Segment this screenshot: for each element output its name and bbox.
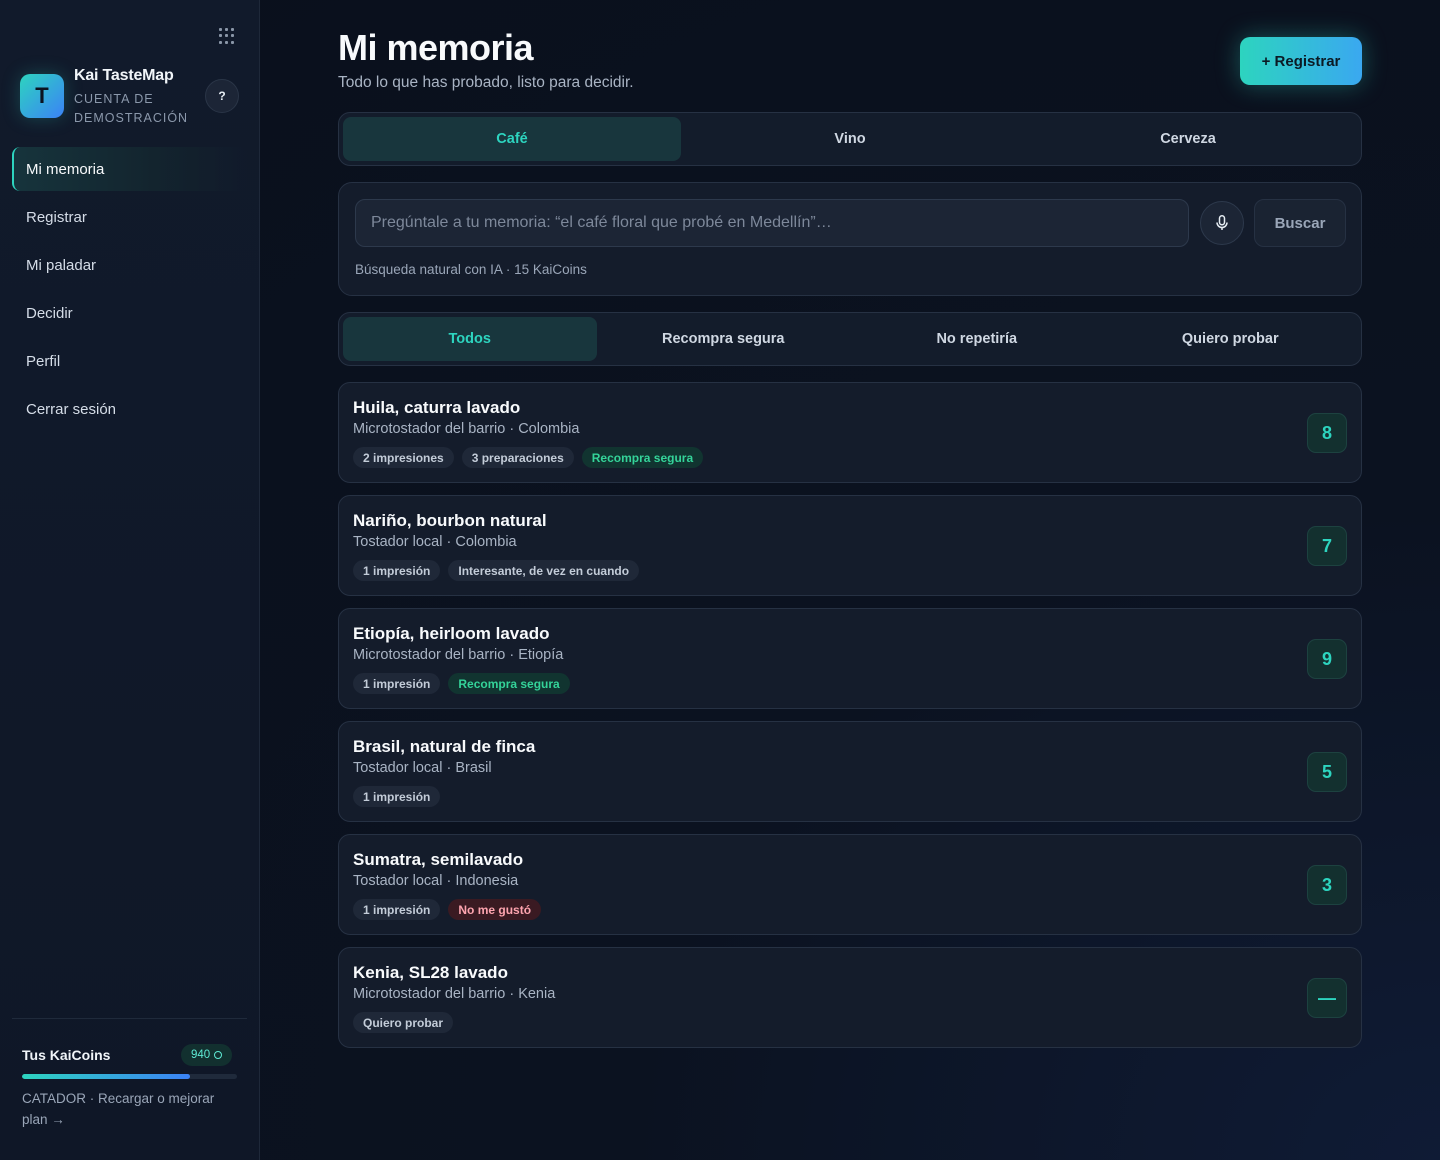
- item-chip: 1 impresión: [353, 673, 441, 694]
- filter-quiero-probar[interactable]: Quiero probar: [1104, 317, 1358, 361]
- item-chip: Interesante, de vez en cuando: [448, 560, 640, 581]
- item-chip: 3 preparaciones: [461, 447, 574, 468]
- account-type-label: CUENTA DE DEMOSTRACIÓN: [74, 92, 189, 125]
- list-item[interactable]: Sumatra, semilavado Tostador local · Ind…: [338, 834, 1362, 935]
- filter-todos[interactable]: Todos: [343, 317, 597, 361]
- item-subtitle: Tostador local · Brasil: [353, 760, 492, 776]
- category-tabs: Café Vino Cerveza: [338, 112, 1362, 166]
- sidebar-item-registrar[interactable]: Registrar: [12, 195, 248, 239]
- kaicoins-progress-fill: [22, 1074, 190, 1079]
- list-item[interactable]: Brasil, natural de finca Tostador local …: [338, 721, 1362, 822]
- page-subtitle: Todo lo que has probado, listo para deci…: [338, 74, 634, 91]
- sidebar-divider: [12, 1018, 247, 1019]
- memory-search-input[interactable]: [355, 199, 1189, 247]
- item-title: Kenia, SL28 lavado: [353, 963, 508, 982]
- item-title: Huila, caturra lavado: [353, 398, 521, 417]
- item-subtitle: Microtostador del barrio · Kenia: [353, 986, 556, 1002]
- microphone-button[interactable]: [1200, 201, 1244, 245]
- item-chip: Quiero probar: [353, 1012, 454, 1033]
- kaicoins-balance-badge: 940: [181, 1044, 233, 1066]
- item-title: Brasil, natural de finca: [353, 737, 536, 756]
- sidebar-item-mi-paladar[interactable]: Mi paladar: [12, 243, 248, 287]
- item-subtitle: Microtostador del barrio · Etiopía: [353, 647, 564, 663]
- item-title: Nariño, bourbon natural: [353, 511, 547, 530]
- tab-vino[interactable]: Vino: [681, 117, 1019, 161]
- item-score-badge: 7: [1307, 526, 1347, 566]
- sidebar-item-mi-memoria[interactable]: Mi memoria: [12, 147, 248, 191]
- plan-upgrade-link[interactable]: CATADOR · Recargar o mejorar plan →: [22, 1088, 232, 1130]
- item-chip: No me gustó: [448, 899, 542, 920]
- item-chip: 1 impresión: [353, 560, 441, 581]
- filter-no-repetiria[interactable]: No repetiría: [850, 317, 1104, 361]
- item-score-badge: —: [1307, 978, 1347, 1018]
- sidebar-nav: Mi memoria Registrar Mi paladar Decidir …: [12, 147, 248, 435]
- tab-cerveza[interactable]: Cerveza: [1019, 117, 1357, 161]
- kaicoins-progress-bar: [22, 1074, 237, 1079]
- item-chip: 1 impresión: [353, 899, 441, 920]
- item-chip: Recompra segura: [581, 447, 704, 468]
- list-item[interactable]: Huila, caturra lavado Microtostador del …: [338, 382, 1362, 483]
- kaicoins-label: Tus KaiCoins: [22, 1047, 111, 1063]
- register-button[interactable]: + Registrar: [1240, 37, 1362, 85]
- item-title: Etiopía, heirloom lavado: [353, 624, 550, 643]
- tab-cafe[interactable]: Café: [343, 117, 681, 161]
- filter-tabs: Todos Recompra segura No repetiría Quier…: [338, 312, 1362, 366]
- search-button[interactable]: Buscar: [1254, 199, 1346, 247]
- sidebar: T Kai TasteMap CUENTA DE DEMOSTRACIÓN ? …: [0, 0, 260, 1160]
- item-score-badge: 8: [1307, 413, 1347, 453]
- search-card: Buscar Búsqueda natural con IA · 15 KaiC…: [338, 182, 1362, 296]
- list-item[interactable]: Nariño, bourbon natural Tostador local ·…: [338, 495, 1362, 596]
- page-title: Mi memoria: [338, 27, 534, 68]
- apps-grid-icon[interactable]: [219, 28, 235, 44]
- sidebar-item-perfil[interactable]: Perfil: [12, 339, 248, 383]
- item-score-badge: 3: [1307, 865, 1347, 905]
- search-hint: Búsqueda natural con IA · 15 KaiCoins: [355, 262, 587, 277]
- microphone-icon: [1216, 215, 1228, 230]
- item-subtitle: Tostador local · Indonesia: [353, 873, 519, 889]
- item-score-badge: 5: [1307, 752, 1347, 792]
- brand-name: Kai TasteMap: [74, 67, 174, 84]
- item-subtitle: Microtostador del barrio · Colombia: [353, 421, 580, 437]
- brand-logo: T: [20, 74, 64, 118]
- item-title: Sumatra, semilavado: [353, 850, 524, 869]
- sidebar-item-cerrar-sesion[interactable]: Cerrar sesión: [12, 387, 248, 431]
- list-item[interactable]: Kenia, SL28 lavado Microtostador del bar…: [338, 947, 1362, 1048]
- item-chip: 1 impresión: [353, 786, 441, 807]
- filter-recompra-segura[interactable]: Recompra segura: [597, 317, 851, 361]
- help-button[interactable]: ?: [205, 79, 239, 113]
- kaicoins-amount: 940: [191, 1049, 211, 1061]
- list-item[interactable]: Etiopía, heirloom lavado Microtostador d…: [338, 608, 1362, 709]
- coin-icon: [214, 1051, 223, 1059]
- sidebar-item-decidir[interactable]: Decidir: [12, 291, 248, 335]
- item-chip: 2 impresiones: [353, 447, 454, 468]
- item-subtitle: Tostador local · Colombia: [353, 534, 517, 550]
- item-chip: Recompra segura: [448, 673, 570, 694]
- item-score-badge: 9: [1307, 639, 1347, 679]
- tasting-list: Huila, caturra lavado Microtostador del …: [338, 382, 1362, 1060]
